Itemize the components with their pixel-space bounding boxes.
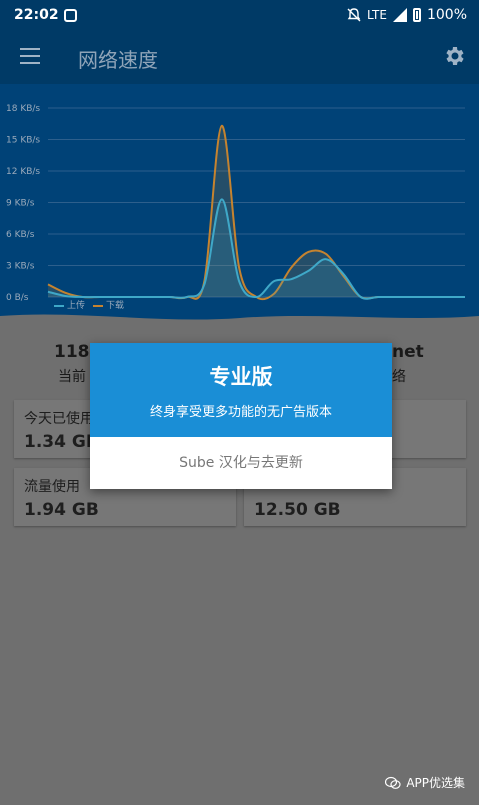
y-tick-label: 18 KB/s (6, 104, 40, 114)
current-speed-label: 当前 (58, 369, 86, 385)
speed-chart: 18 KB/s 15 KB/s 12 KB/s 9 KB/s 6 KB/s 3 KB/s 0… (0, 84, 479, 324)
app-notification-icon (64, 9, 77, 22)
watermark-text: APP优选集 (406, 776, 465, 790)
legend-upload: 上传 (54, 298, 85, 311)
status-time: 22:02 (14, 7, 59, 23)
status-bar: 22:02 LTE 100% (0, 0, 479, 32)
dialog-action-button[interactable]: Sube 汉化与去更新 (90, 437, 392, 489)
notifications-off-icon (347, 8, 361, 22)
y-tick-label: 6 KB/s (6, 230, 35, 240)
menu-icon[interactable] (20, 48, 40, 64)
status-icons: LTE 100% (347, 7, 467, 23)
card-label: 今天已使用 (24, 411, 94, 427)
speed-chart-svg: 18 KB/s 15 KB/s 12 KB/s 9 KB/s 6 KB/s 3 KB/s 0… (0, 104, 479, 324)
network-name-value: net (392, 342, 424, 362)
series-line-0 (47, 198, 465, 300)
y-tick-label: 12 KB/s (6, 167, 40, 177)
y-tick-label: 3 KB/s (6, 262, 35, 272)
card-label: 流量使用 (24, 479, 80, 495)
app-bar: 网络速度 (0, 32, 479, 84)
current-speed-value: 118 (54, 342, 90, 362)
card-value: 1.94 GB (24, 500, 99, 520)
dialog-header: 专业版 终身享受更多功能的无广告版本 (90, 343, 392, 437)
y-tick-label: 9 KB/s (6, 199, 35, 209)
card-value: 1.34 GB (24, 432, 99, 452)
y-tick-label: 15 KB/s (6, 136, 40, 146)
gear-icon[interactable] (443, 44, 467, 68)
series-area-0 (48, 199, 465, 299)
page-title: 网络速度 (78, 48, 158, 72)
legend-download: 下载 (93, 298, 124, 311)
signal-icon (392, 8, 407, 22)
series-area-1 (48, 125, 465, 300)
dialog-subtitle: 终身享受更多功能的无广告版本 (149, 405, 332, 420)
series-line-1 (47, 124, 465, 301)
network-type: LTE (367, 8, 387, 22)
pro-version-dialog: 专业版 终身享受更多功能的无广告版本 Sube 汉化与去更新 (90, 343, 392, 489)
network-name-label: 络 (392, 369, 406, 385)
watermark: APP优选集 (385, 774, 465, 791)
wechat-icon (385, 776, 401, 789)
battery-level: 100% (426, 7, 467, 23)
chart-legend: 上传 下载 (54, 298, 124, 311)
dialog-title: 专业版 (209, 365, 273, 389)
battery-icon (412, 8, 421, 22)
card-value: 12.50 GB (254, 500, 341, 520)
y-tick-label: 0 B/s (6, 293, 29, 303)
